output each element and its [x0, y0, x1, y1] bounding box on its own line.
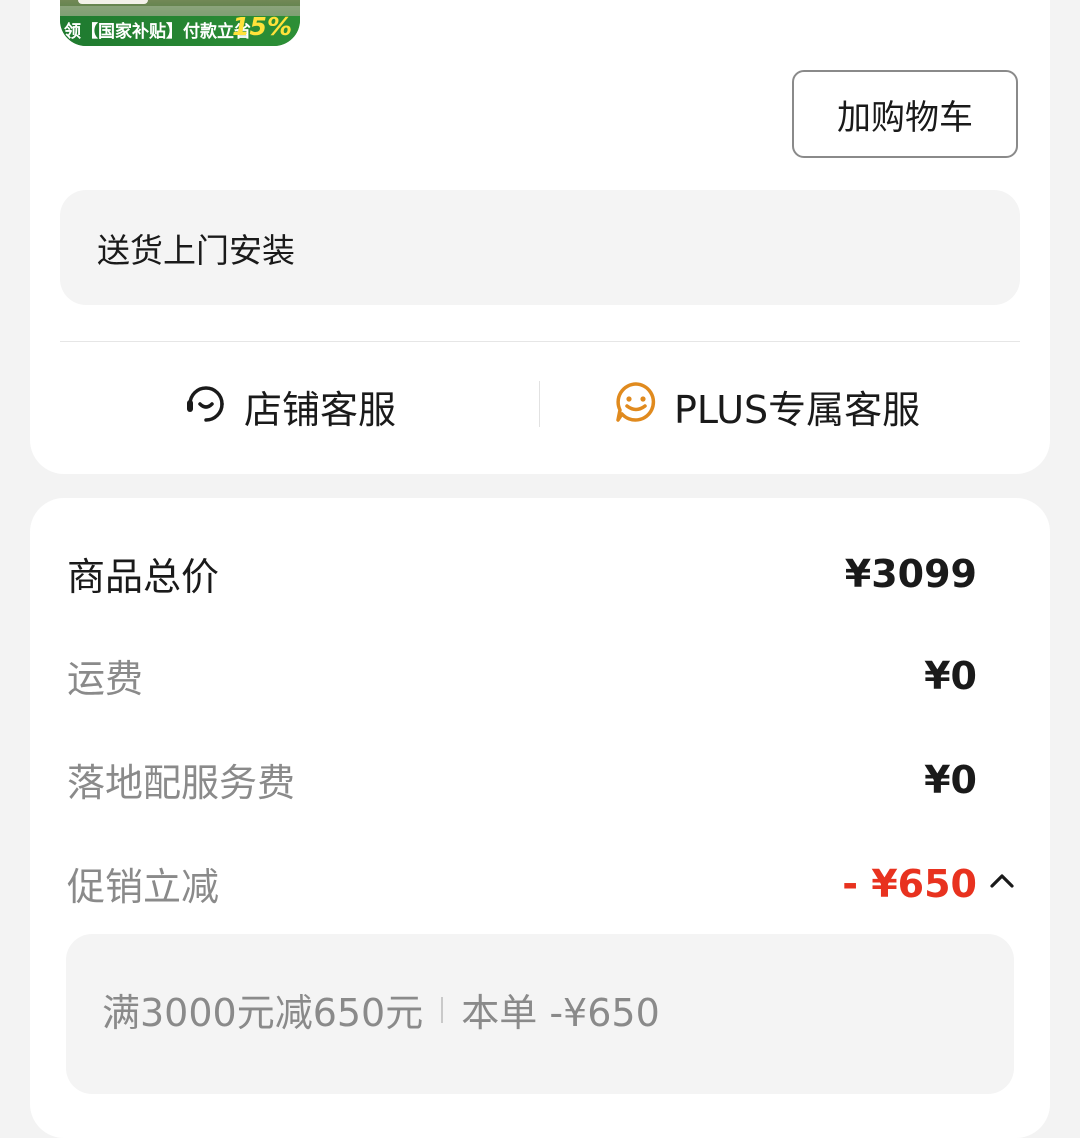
service-option[interactable]: 送货上门安装	[60, 190, 1020, 305]
price-row-promotion[interactable]: 促销立减 - ¥650	[67, 856, 977, 911]
price-row-label: 促销立减	[67, 865, 220, 909]
plus-service-button[interactable]: PLUS专属客服	[614, 376, 920, 436]
chevron-up-icon[interactable]	[987, 866, 1017, 896]
price-row-delivery-fee: 落地配服务费 ¥0	[67, 752, 977, 807]
thumbnail-tag	[78, 0, 148, 4]
price-row-value: ¥3099	[844, 551, 977, 596]
promotion-rule: 满3000元减650元	[102, 991, 424, 1035]
headset-icon	[184, 380, 244, 433]
promotion-separator	[441, 996, 444, 1023]
price-row-label: 商品总价	[67, 555, 220, 599]
smiley-chat-icon	[614, 380, 674, 433]
promotion-this-order: 本单 -¥650	[461, 991, 660, 1035]
price-row-value: ¥0	[924, 757, 977, 802]
service-option-label: 送货上门安装	[97, 230, 295, 270]
add-to-cart-button[interactable]: 加购物车	[792, 70, 1018, 158]
price-row-label: 运费	[67, 657, 144, 701]
divider	[60, 341, 1020, 342]
price-row-total: 商品总价 ¥3099	[67, 546, 977, 601]
thumbnail-banner-text: 领【国家补贴】付款立省	[64, 22, 251, 42]
plus-service-label: PLUS专属客服	[674, 387, 921, 432]
promotion-discount-value: - ¥650	[842, 861, 977, 906]
price-row-value: ¥0	[924, 653, 977, 698]
promotion-detail-line: 满3000元减650元 本单 -¥650	[102, 982, 660, 1037]
thumbnail-banner-percent: 15%	[232, 12, 292, 41]
price-row-shipping: 运费 ¥0	[67, 648, 977, 703]
store-service-label: 店铺客服	[244, 387, 397, 432]
price-row-label: 落地配服务费	[67, 761, 296, 805]
store-service-button[interactable]: 店铺客服	[184, 376, 396, 436]
service-divider	[539, 381, 540, 427]
product-thumbnail[interactable]: 领【国家补贴】付款立省 15%	[60, 0, 300, 46]
